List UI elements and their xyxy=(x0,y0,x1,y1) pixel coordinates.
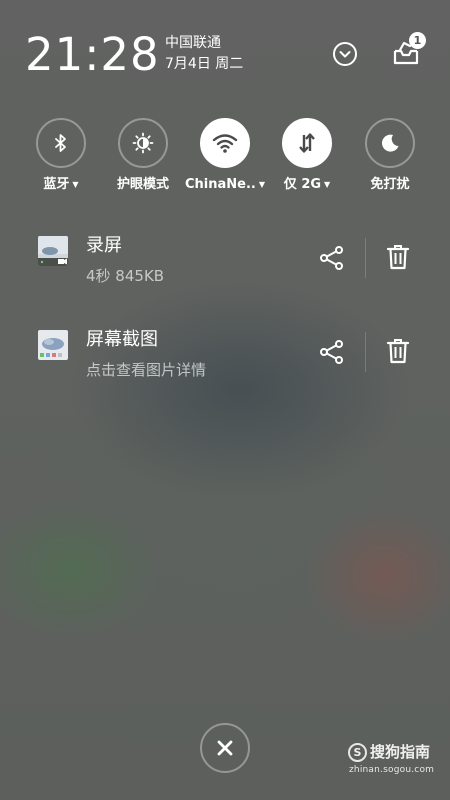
clock: 21:28 xyxy=(25,28,160,81)
toggle-bluetooth[interactable]: 蓝牙 ▼ xyxy=(16,118,106,193)
trash-icon xyxy=(386,339,410,364)
notification-screenshot[interactable]: 屏幕截图 点击查看图片详情 xyxy=(0,326,450,396)
close-icon xyxy=(217,740,233,756)
eye-comfort-icon xyxy=(132,132,154,154)
trash-icon xyxy=(386,245,410,270)
notification-count-badge: 1 xyxy=(409,32,426,49)
moon-icon xyxy=(382,134,399,152)
share-icon xyxy=(320,246,343,270)
toggle-wifi-label: ChinaNe.. xyxy=(184,177,256,192)
toggle-do-not-disturb-button[interactable] xyxy=(365,118,415,168)
quick-settings: 蓝牙 ▼ 护眼模式 ChinaNe.. ▼ 仅 2G ▼ 免打扰 xyxy=(0,118,450,198)
watermark-url: zhinan.sogou.com xyxy=(349,765,435,775)
dropdown-caret-icon[interactable]: ▼ xyxy=(72,181,78,189)
carrier-name: 中国联通 xyxy=(165,35,221,51)
notification-title: 屏幕截图 xyxy=(86,329,158,350)
wifi-icon xyxy=(212,134,238,153)
notification-title: 录屏 xyxy=(86,235,122,256)
mobile-data-icon xyxy=(299,133,315,153)
bluetooth-icon xyxy=(55,134,66,152)
divider xyxy=(365,332,366,372)
expand-button[interactable] xyxy=(331,40,359,68)
toggle-do-not-disturb[interactable]: 免打扰 xyxy=(345,118,435,193)
watermark-brand: 搜狗指南 xyxy=(370,743,431,761)
share-icon xyxy=(320,340,343,364)
toggle-bluetooth-label: 蓝牙 xyxy=(43,177,70,192)
share-button[interactable] xyxy=(316,242,348,274)
notification-inbox-button[interactable]: 1 xyxy=(388,32,426,70)
sogou-logo: S xyxy=(348,743,367,762)
toggle-wifi-button[interactable] xyxy=(200,118,250,168)
dropdown-caret-icon[interactable]: ▼ xyxy=(324,181,330,189)
toggle-mobile-data-button[interactable] xyxy=(282,118,332,168)
screenshot-thumbnail xyxy=(38,330,68,360)
toggle-mobile-data-label: 仅 2G xyxy=(283,177,322,192)
date-label: 7月4日 周二 xyxy=(165,56,244,72)
toggle-mobile-data[interactable]: 仅 2G ▼ xyxy=(262,118,352,193)
sogou-watermark: S 搜狗指南 zhinan.sogou.com xyxy=(348,740,448,780)
notification-subtitle: 点击查看图片详情 xyxy=(86,361,207,379)
share-button[interactable] xyxy=(316,336,348,368)
toggle-bluetooth-button[interactable] xyxy=(36,118,86,168)
delete-button[interactable] xyxy=(382,240,414,274)
toggle-do-not-disturb-label: 免打扰 xyxy=(370,177,410,192)
toggle-wifi[interactable]: ChinaNe.. ▼ xyxy=(180,118,270,193)
delete-button[interactable] xyxy=(382,334,414,368)
divider xyxy=(365,238,366,278)
screen-recording-thumbnail xyxy=(38,236,68,266)
toggle-eye-comfort[interactable]: 护眼模式 xyxy=(98,118,188,193)
notification-subtitle: 4秒 845KB xyxy=(86,267,165,285)
notification-screen-recording[interactable]: 录屏 4秒 845KB xyxy=(0,232,450,302)
toggle-eye-comfort-button[interactable] xyxy=(118,118,168,168)
clear-all-button[interactable] xyxy=(200,723,250,773)
toggle-eye-comfort-label: 护眼模式 xyxy=(116,177,169,192)
chevron-down-icon xyxy=(333,42,357,66)
